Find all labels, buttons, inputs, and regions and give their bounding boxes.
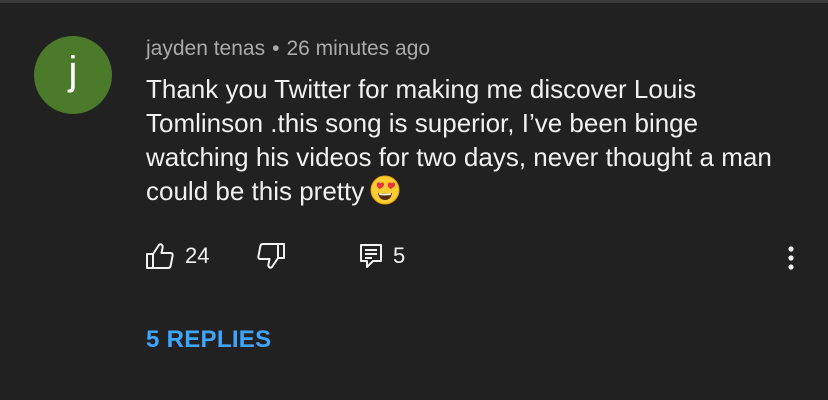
- view-replies-link[interactable]: 5 REPLIES: [146, 326, 271, 354]
- reply-comment-icon: [359, 243, 383, 269]
- comment-body: Thank you Twitter for making me discover…: [146, 72, 786, 213]
- like-button[interactable]: 24: [145, 242, 209, 270]
- dislike-button[interactable]: [256, 242, 286, 270]
- comment-meta: jayden tenas • 26 minutes ago: [146, 37, 430, 61]
- top-divider: [0, 0, 828, 3]
- meta-separator: •: [272, 37, 280, 60]
- thumbs-up-icon: [145, 242, 175, 270]
- reply-button[interactable]: 5: [359, 243, 405, 269]
- reply-count: 5: [393, 243, 406, 268]
- thumbs-down-icon: [256, 242, 286, 270]
- heart-eyes-emoji-icon: [370, 175, 400, 213]
- comment-card: j jayden tenas • 26 minutes ago Thank you …: [0, 0, 828, 400]
- like-count: 24: [185, 243, 210, 268]
- more-options-button[interactable]: [779, 244, 803, 274]
- comment-timestamp[interactable]: 26 minutes ago: [286, 37, 430, 60]
- author-name[interactable]: jayden tenas: [146, 37, 265, 60]
- comment-text: Thank you Twitter for making me discover…: [146, 74, 772, 206]
- avatar[interactable]: j: [34, 36, 112, 114]
- vertical-ellipsis-icon: [779, 246, 803, 278]
